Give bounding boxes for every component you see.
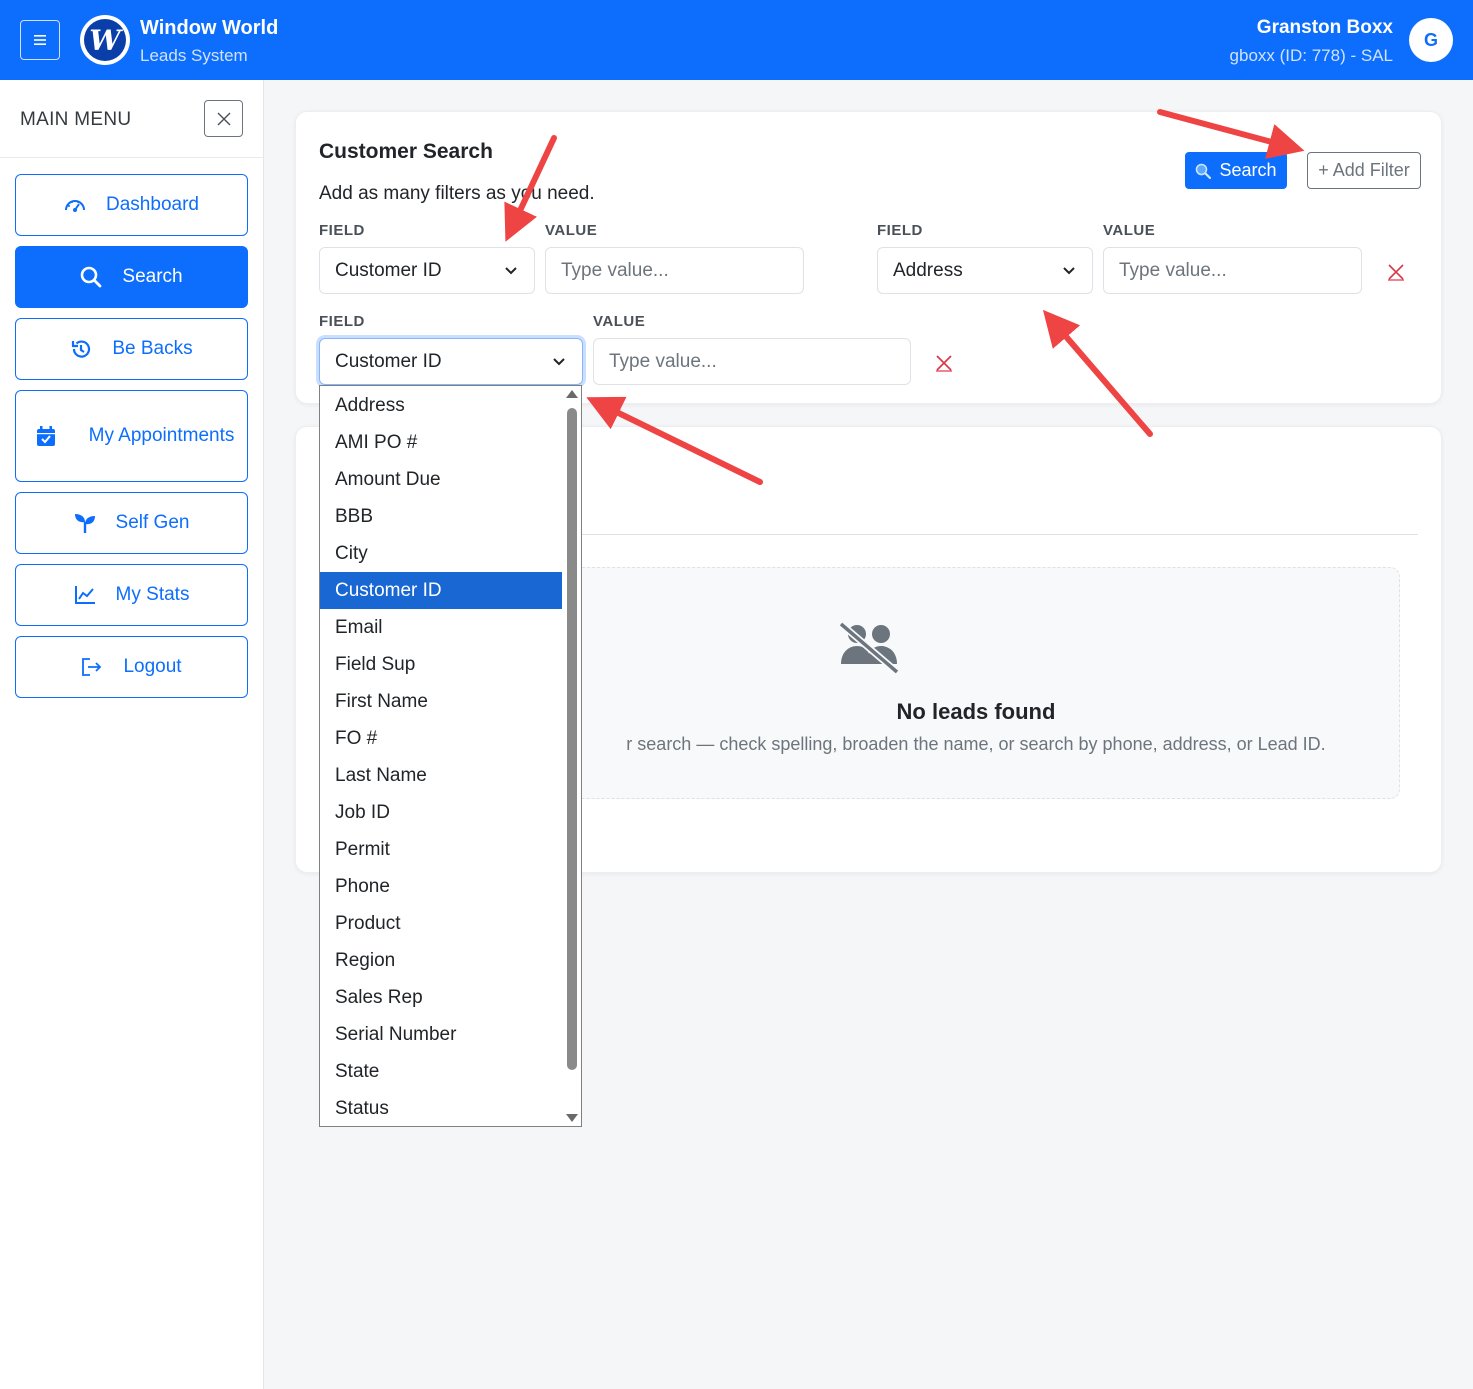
scrollbar-thumb[interactable] [567,408,577,1070]
close-icon [1388,264,1404,281]
dropdown-option[interactable]: BBB [320,498,563,535]
remove-filter-button[interactable] [932,351,956,375]
dropdown-option[interactable]: Sales Rep [320,979,563,1016]
sidebar-item-label: My Stats [115,584,190,605]
value-input-1[interactable] [545,247,804,294]
dropdown-option[interactable]: Last Name [320,757,563,794]
value-label: VALUE [545,222,598,239]
dropdown-option[interactable]: City [320,535,563,572]
logout-icon [82,658,102,676]
field-select-value: Customer ID [335,350,442,372]
empty-text: r search — check spelling, broaden the n… [626,734,1326,754]
chevron-down-icon [505,267,517,275]
value-label: VALUE [1103,222,1156,239]
close-icon [936,355,952,372]
logo-letter: W [84,19,126,61]
value-input-2[interactable] [1103,247,1362,294]
dropdown-option[interactable]: Field Sup [320,646,563,683]
dropdown-option[interactable]: Region [320,942,563,979]
menu-toggle-button[interactable] [20,20,60,60]
user-detail: gboxx (ID: 778) - SAL [1229,46,1393,65]
sidebar-close-button[interactable] [204,100,243,137]
field-select-3[interactable]: Customer ID [319,338,583,385]
dropdown-option[interactable]: Phone [320,868,563,905]
brand-title: Window World [140,17,279,39]
top-bar: W Window World Leads System Granston Box… [0,0,1473,80]
sidebar-item-label: Be Backs [112,338,193,359]
sidebar-item-label: Dashboard [106,194,199,215]
field-select-value: Address [893,259,963,281]
search-button[interactable]: Search [1185,152,1287,189]
scroll-down-arrow-icon[interactable] [566,1114,578,1122]
field-select-value: Customer ID [335,259,442,281]
sidebar-item-label: My Appointments [88,425,235,446]
field-label: FIELD [319,222,365,239]
dropdown-option[interactable]: AMI PO # [320,424,563,461]
sidebar-item-search[interactable]: Search [15,246,248,308]
sidebar-header: MAIN MENU [0,80,263,158]
dropdown-option-selected[interactable]: Customer ID [320,572,563,609]
sidebar-item-logout[interactable]: Logout [15,636,248,698]
sidebar-item-label: Self Gen [115,512,190,533]
empty-state: No leads found r search — check spelling… [552,567,1400,799]
dropdown-option[interactable]: State [320,1053,563,1090]
dropdown-option[interactable]: FO # [320,720,563,757]
dropdown-scrollbar[interactable] [562,386,581,1126]
chevron-down-icon [1063,267,1075,275]
card-subtitle: Add as many filters as you need. [319,183,595,204]
dropdown-option[interactable]: Status [320,1090,563,1126]
remove-filter-button[interactable] [1384,260,1408,284]
field-label: FIELD [877,222,923,239]
hamburger-icon [34,35,46,45]
sidebar-item-my-appointments[interactable]: My Appointments [15,390,248,482]
add-filter-button[interactable]: + Add Filter [1307,152,1421,189]
dropdown-option[interactable]: First Name [320,683,563,720]
sidebar-item-my-stats[interactable]: My Stats [15,564,248,626]
search-icon [81,266,102,288]
calendar-check-icon [37,426,55,446]
window-world-logo: W [80,15,130,65]
card-title: Customer Search [319,140,493,163]
dropdown-option[interactable]: Serial Number [320,1016,563,1053]
close-icon [217,112,230,125]
sidebar-item-label: Search [122,266,183,287]
search-button-label: Search [1219,160,1277,180]
field-select-2[interactable]: Address [877,247,1093,294]
dropdown-option[interactable]: Email [320,609,563,646]
value-label: VALUE [593,313,646,330]
dropdown-option[interactable]: Job ID [320,794,563,831]
customer-search-card: Customer Search Add as many filters as y… [295,111,1442,404]
field-select-1[interactable]: Customer ID [319,247,535,294]
avatar[interactable]: G [1409,18,1453,62]
field-label: FIELD [319,313,365,330]
sidebar-item-be-backs[interactable]: Be Backs [15,318,248,380]
seedling-icon [74,514,95,533]
dropdown-option[interactable]: Amount Due [320,461,563,498]
value-input-3[interactable] [593,338,911,385]
empty-title: No leads found [896,699,1056,724]
line-chart-icon [74,586,95,604]
search-icon [1196,163,1212,179]
user-name: Granston Boxx [1256,17,1393,38]
dropdown-option[interactable]: Address [320,387,563,424]
gauge-icon [65,200,86,212]
history-icon [72,340,91,358]
sidebar-item-self-gen[interactable]: Self Gen [15,492,248,554]
main-menu-title: MAIN MENU [20,109,132,130]
dropdown-option[interactable]: Product [320,905,563,942]
sidebar-item-dashboard[interactable]: Dashboard [15,174,248,236]
users-slash-icon [838,621,900,675]
chevron-down-icon [553,358,565,366]
dropdown-option[interactable]: Permit [320,831,563,868]
sidebar-item-label: Logout [123,656,182,677]
field-dropdown-list[interactable]: Address AMI PO # Amount Due BBB City Cus… [319,385,582,1127]
scroll-up-arrow-icon[interactable] [566,390,578,398]
brand-subtitle: Leads System [140,46,248,65]
